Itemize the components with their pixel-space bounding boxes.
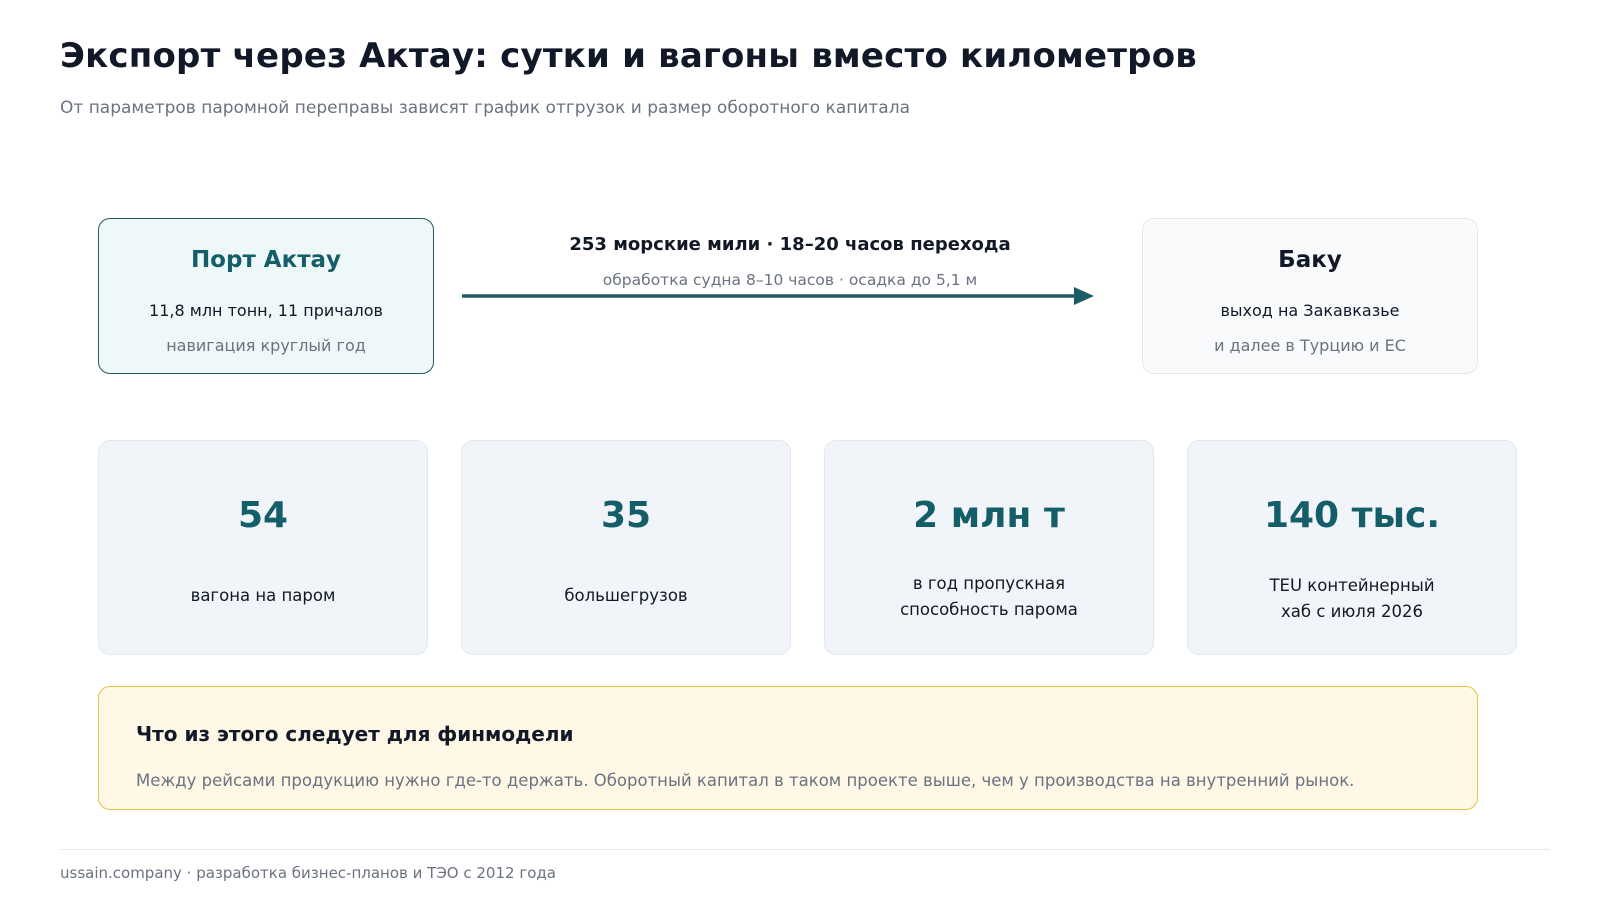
destination-node-onward: и далее в Турцию и ЕС (1214, 336, 1406, 355)
stat-label-container-hub: TEU контейнерный хаб с июля 2026 (1208, 573, 1496, 625)
route-arrowhead (1074, 287, 1094, 305)
takeaway-title: Что из этого следует для финмодели (136, 722, 574, 746)
stat-label-trucks: большегрузов (564, 586, 688, 605)
stat-label-ferry-capacity-line2: способность парома (900, 600, 1078, 619)
stat-value-ferry-capacity: 2 млн т (913, 495, 1065, 536)
takeaway-text: Между рейсами продукцию нужно где-то дер… (136, 771, 1355, 790)
stat-card-trucks: 35 большегрузов (461, 440, 791, 655)
stat-label-wagons: вагона на паром (190, 586, 336, 605)
stat-label-container-hub-line1: TEU контейнерный (1269, 576, 1435, 595)
route-distance-label: 253 морские мили · 18–20 часов перехода (569, 234, 1011, 255)
destination-node-baku: Баку выход на Закавказье и далее в Турци… (1142, 218, 1478, 374)
stat-card-container-hub: 140 тыс. TEU контейнерный хаб с июля 202… (1187, 440, 1517, 655)
destination-node-region: выход на Закавказье (1220, 301, 1400, 320)
origin-node-port-aktau: Порт Актау 11,8 млн тонн, 11 причалов на… (98, 218, 434, 374)
route-arrow (462, 287, 1094, 305)
stat-label-ferry-capacity-line1: в год пропускная (912, 574, 1066, 593)
footer-divider (60, 849, 1550, 850)
origin-node-navigation: навигация круглый год (166, 336, 366, 355)
stat-card-ferry-capacity: 2 млн т в год пропускная способность пар… (824, 440, 1154, 655)
takeaway-callout: Что из этого следует для финмодели Между… (98, 686, 1478, 810)
origin-node-title: Порт Актау (190, 247, 342, 273)
stat-card-wagons: 54 вагона на паром (98, 440, 428, 655)
stat-label-ferry-capacity: в год пропускная способность парома (845, 571, 1133, 623)
footer-credit: ussain.company · разработка бизнес-плано… (60, 864, 556, 882)
stat-label-container-hub-line2: хаб с июля 2026 (1281, 602, 1423, 621)
stat-value-trucks: 35 (600, 495, 652, 536)
destination-node-title: Баку (1278, 247, 1342, 273)
page-title: Экспорт через Актау: сутки и вагоны вмес… (60, 36, 1197, 76)
stat-value-wagons: 54 (237, 495, 289, 536)
origin-node-capacity: 11,8 млн тонн, 11 причалов (149, 301, 383, 320)
stat-value-container-hub: 140 тыс. (1263, 495, 1441, 536)
page-subtitle: От параметров паромной переправы зависят… (60, 98, 910, 118)
